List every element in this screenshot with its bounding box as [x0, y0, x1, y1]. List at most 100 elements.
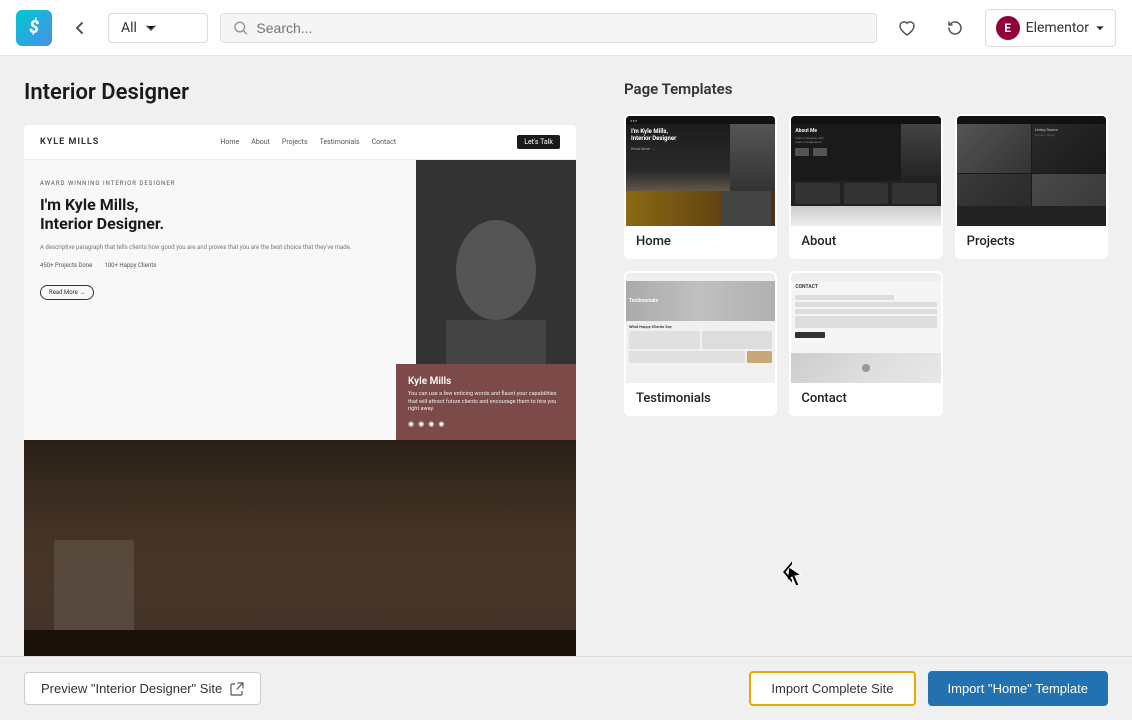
- thumb-title-home: I'm Kyle Mills,Interior Designer: [631, 128, 725, 142]
- preview-hero-section: AWARD WINNING INTERIOR DESIGNER I'm Kyle…: [24, 160, 576, 440]
- bottom-right-buttons: Import Complete Site Import "Home" Templ…: [749, 671, 1108, 706]
- import-home-label: Import "Home" Template: [948, 681, 1089, 696]
- nav-link-about: About: [251, 138, 270, 146]
- preview-hero-text: A descriptive paragraph that tells clien…: [40, 243, 400, 252]
- app-logo[interactable]: $: [16, 10, 52, 46]
- bio-name: Kyle Mills: [408, 376, 564, 387]
- templates-grid: ●●● I'm Kyle Mills,Interior Designer Rea…: [624, 114, 1108, 416]
- thumb-stats-about: [795, 148, 896, 156]
- preview-bottom-section: [24, 440, 576, 656]
- thumb-nav-about: [791, 116, 940, 124]
- template-thumb-about: About Me Interior Designer withyears of …: [791, 116, 940, 226]
- thumb-left-about: About Me Interior Designer withyears of …: [791, 124, 900, 181]
- thumb-nav-home: ●●●: [626, 116, 775, 124]
- template-thumb-testimonials: Testimonials What Happy Clients Say: [626, 273, 775, 383]
- thumb-image-home: [730, 124, 775, 191]
- template-card-projects[interactable]: Living Space Modern Design Projects: [955, 114, 1108, 259]
- thumb-title-testimonials: What Happy Clients Say: [629, 324, 772, 329]
- template-label-home: Home: [626, 226, 775, 257]
- template-card-testimonials[interactable]: Testimonials What Happy Clients Say: [624, 271, 777, 416]
- thumb-hero-about: About Me Interior Designer withyears of …: [791, 124, 940, 181]
- template-thumb-home: ●●● I'm Kyle Mills,Interior Designer Rea…: [626, 116, 775, 226]
- right-panel: Page Templates ●●● I'm Kyle Mills,Interi…: [600, 56, 1132, 656]
- decor-element: [54, 540, 134, 640]
- thumb-title-about: About Me: [795, 128, 896, 134]
- stat2: 100+ Happy Clients: [104, 262, 156, 269]
- thumb-more-testimonials: [629, 351, 772, 363]
- linkedin-icon: ◉: [438, 420, 444, 428]
- thumb-proj-1: [957, 124, 1031, 173]
- preview-hero-label: AWARD WINNING INTERIOR DESIGNER: [40, 180, 400, 187]
- site-preview-frame: KYLE MILLS Home About Projects Testimoni…: [24, 125, 576, 656]
- template-thumb-contact: CONTACT: [791, 273, 940, 383]
- preview-btn-label: Preview "Interior Designer" Site: [41, 681, 222, 696]
- thumb-stat-1: [795, 183, 839, 204]
- thumb-form-submit: [795, 332, 825, 338]
- thumb-items-testimonials: [629, 331, 772, 349]
- nav-link-testimonials: Testimonials: [320, 138, 360, 146]
- template-label-contact: Contact: [791, 383, 940, 414]
- topbar: $ All E Elementor: [0, 0, 1132, 56]
- template-card-home[interactable]: ●●● I'm Kyle Mills,Interior Designer Rea…: [624, 114, 777, 259]
- chevron-down-icon-elementor: [1095, 23, 1105, 33]
- template-label-testimonials: Testimonials: [626, 383, 775, 414]
- bio-social-icons: ◉ ◉ ◉ ◉: [408, 420, 564, 428]
- template-thumb-projects: Living Space Modern Design: [957, 116, 1106, 226]
- import-complete-site-button[interactable]: Import Complete Site: [749, 671, 915, 706]
- thumb-proj-4: [1032, 174, 1106, 207]
- left-panel: Interior Designer KYLE MILLS Home About …: [0, 56, 600, 656]
- search-icon: [233, 20, 248, 36]
- filter-label: All: [121, 20, 137, 36]
- thumb-form-field-3: [795, 309, 936, 314]
- preview-hero-stats: 450+ Projects Done 100+ Happy Clients: [40, 262, 400, 269]
- bottom-bar: Preview "Interior Designer" Site Import …: [0, 656, 1132, 720]
- thumb-stat-2: [844, 183, 888, 204]
- filter-dropdown[interactable]: All: [108, 13, 208, 43]
- thumb-form-contact: [791, 293, 940, 353]
- thumb-image-about: [901, 124, 941, 181]
- preview-bio-card: Kyle Mills You can use a few enticing wo…: [396, 364, 576, 440]
- twitter-icon: ◉: [418, 420, 424, 428]
- nav-link-projects: Projects: [282, 138, 308, 146]
- thumb-testimonial-2: [702, 331, 773, 349]
- refresh-button[interactable]: [937, 10, 973, 46]
- thumb-bottom-home: [626, 191, 775, 226]
- thumb-left-home: I'm Kyle Mills,Interior Designer Read Mo…: [626, 124, 730, 191]
- page-title: Interior Designer: [24, 80, 576, 105]
- back-icon: [71, 19, 89, 37]
- thumb-text-about: Interior Designer withyears of experienc…: [795, 136, 896, 144]
- chevron-down-icon: [145, 22, 157, 34]
- thumb-testimonial-1: [629, 331, 700, 349]
- thumb-nav-testimonials: [626, 273, 775, 281]
- thumb-proj-3: [957, 174, 1031, 207]
- heart-icon: [897, 18, 917, 38]
- thumb-form-field-1: [795, 295, 894, 300]
- nav-link-contact: Contact: [372, 138, 396, 146]
- template-card-contact[interactable]: CONTACT Contact: [789, 271, 942, 416]
- elementor-badge[interactable]: E Elementor: [985, 9, 1116, 47]
- main-content: Interior Designer KYLE MILLS Home About …: [0, 56, 1132, 656]
- import-complete-label: Import Complete Site: [771, 681, 893, 696]
- thumb-proj-2: Living Space Modern Design: [1032, 124, 1106, 173]
- thumb-map-contact: [791, 353, 940, 383]
- preview-hero-left: AWARD WINNING INTERIOR DESIGNER I'm Kyle…: [24, 160, 416, 440]
- thumb-content-testimonials: What Happy Clients Say: [626, 321, 775, 383]
- search-bar[interactable]: [220, 13, 877, 43]
- thumb-content-home: I'm Kyle Mills,Interior Designer Read Mo…: [626, 124, 775, 191]
- thumb-grid-projects: Living Space Modern Design: [957, 124, 1106, 206]
- search-input[interactable]: [256, 20, 863, 36]
- template-card-about[interactable]: About Me Interior Designer withyears of …: [789, 114, 942, 259]
- youtube-icon: ◉: [428, 420, 434, 428]
- favorites-button[interactable]: [889, 10, 925, 46]
- preview-nav-links: Home About Projects Testimonials Contact: [220, 138, 396, 146]
- facebook-icon: ◉: [408, 420, 414, 428]
- thumb-form-field-4: [795, 316, 936, 328]
- preview-site-button[interactable]: Preview "Interior Designer" Site: [24, 672, 261, 705]
- preview-nav-logo: KYLE MILLS: [40, 137, 99, 147]
- back-button[interactable]: [64, 12, 96, 44]
- import-home-template-button[interactable]: Import "Home" Template: [928, 671, 1109, 706]
- template-label-about: About: [791, 226, 940, 257]
- thumb-stats-row-about: [791, 181, 940, 206]
- elementor-icon: E: [996, 16, 1020, 40]
- thumb-bottom-projects: [957, 206, 1106, 226]
